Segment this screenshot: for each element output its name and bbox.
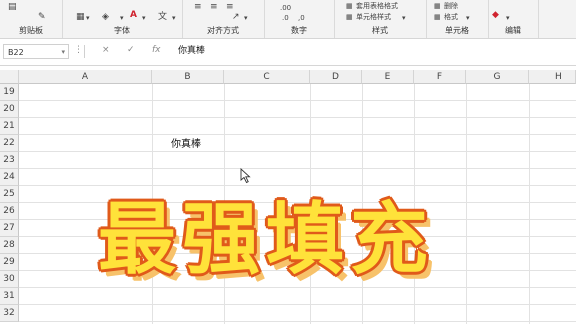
editing-group: ◆ ▾ 编辑 <box>488 0 539 38</box>
delete-label[interactable]: 删除 <box>444 1 458 11</box>
align-center-icon[interactable]: ≡ <box>210 2 218 12</box>
mouse-cursor-icon <box>240 168 251 184</box>
overlay-caption: 最强填充 <box>98 195 435 285</box>
column-header-f[interactable]: F <box>414 70 466 84</box>
row-header-28[interactable]: 28 <box>0 237 19 254</box>
alignment-group: ≡ ≡ ≡ ↗ ▾ 对齐方式 <box>182 0 265 38</box>
formula-input[interactable]: 你真棒 <box>178 44 205 59</box>
clipboard-group: ▤ ✎ 剪贴板 <box>0 0 63 38</box>
column-header-g[interactable]: G <box>466 70 529 84</box>
row-header-20[interactable]: 20 <box>0 101 19 118</box>
alignment-label: 对齐方式 <box>207 26 239 35</box>
column-header-c[interactable]: C <box>224 70 310 84</box>
gridline-horizontal <box>19 117 576 118</box>
format-icon[interactable]: ▦ <box>434 12 441 22</box>
row-header-27[interactable]: 27 <box>0 220 19 237</box>
decimal-decrease-icon[interactable]: .00 <box>280 3 291 13</box>
insert-function-icon[interactable]: fx <box>152 45 161 55</box>
formula-bar: B22 ▾ ⋮ × ✓ fx 你真棒 <box>0 39 576 66</box>
decimal-increase-icon[interactable]: .0 <box>282 13 289 23</box>
row-header-23[interactable]: 23 <box>0 152 19 169</box>
cell-styles-dropdown-icon[interactable]: ▾ <box>402 13 406 23</box>
styles-label: 样式 <box>372 26 388 35</box>
row-header-25[interactable]: 25 <box>0 186 19 203</box>
gridline-horizontal <box>19 168 576 169</box>
row-header-21[interactable]: 21 <box>0 118 19 135</box>
font-color-icon[interactable]: A <box>130 10 137 20</box>
font-group: ▦ ▾ ◈ ▾ A ▾ 文 ▾ 字体 <box>62 0 183 38</box>
name-box-value: B22 <box>8 48 24 57</box>
row-header-30[interactable]: 30 <box>0 271 19 288</box>
name-box-dropdown-icon[interactable]: ▾ <box>61 45 65 60</box>
clear-dropdown-icon[interactable]: ▾ <box>506 13 510 23</box>
clear-icon[interactable]: ◆ <box>492 10 499 20</box>
formula-divider <box>84 45 85 58</box>
name-box[interactable]: B22 ▾ <box>3 44 69 59</box>
table-format-label[interactable]: 套用表格格式 <box>356 1 398 11</box>
delete-icon[interactable]: ▦ <box>434 1 441 11</box>
border-dropdown-icon[interactable]: ▾ <box>86 13 90 23</box>
orientation-dropdown-icon[interactable]: ▾ <box>244 13 248 23</box>
cancel-icon[interactable]: × <box>102 45 110 55</box>
ribbon: ▤ ✎ 剪贴板 ▦ ▾ ◈ ▾ A ▾ 文 ▾ 字体 ≡ ≡ ≡ ↗ ▾ 对齐方… <box>0 0 576 39</box>
clipboard-label: 剪贴板 <box>19 26 43 35</box>
column-header-h[interactable]: H <box>529 70 576 84</box>
row-header-29[interactable]: 29 <box>0 254 19 271</box>
format-label[interactable]: 格式 <box>444 12 458 22</box>
border-icon[interactable]: ▦ <box>76 12 85 22</box>
styles-group: ▦ 套用表格格式 ▦ 单元格样式 ▾ 样式 <box>334 0 427 38</box>
format-painter-icon[interactable]: ✎ <box>38 12 46 22</box>
column-header-b[interactable]: B <box>152 70 224 84</box>
fill-color-icon[interactable]: ◈ <box>102 12 109 22</box>
format-dropdown-icon[interactable]: ▾ <box>466 13 470 23</box>
paste-icon[interactable]: ▤ <box>8 2 17 12</box>
gridline-vertical <box>529 84 530 324</box>
number-label: 数字 <box>291 26 307 35</box>
row-header-22[interactable]: 22 <box>0 135 19 152</box>
table-format-icon[interactable]: ▦ <box>346 1 353 11</box>
row-header-26[interactable]: 26 <box>0 203 19 220</box>
font-color-dropdown-icon[interactable]: ▾ <box>142 13 146 23</box>
orientation-icon[interactable]: ↗ <box>232 12 240 22</box>
select-all-corner[interactable] <box>0 70 19 84</box>
font-label: 字体 <box>114 26 130 35</box>
comma-style-icon[interactable]: ,0 <box>298 13 305 23</box>
more-options-icon[interactable]: ⋮ <box>74 45 83 55</box>
cells-label: 单元格 <box>445 26 469 35</box>
gridline-horizontal <box>19 100 576 101</box>
gridline-horizontal <box>19 151 576 152</box>
phonetic-icon[interactable]: 文 <box>158 12 167 22</box>
align-left-icon[interactable]: ≡ <box>194 2 202 12</box>
row-header-31[interactable]: 31 <box>0 288 19 305</box>
gridline-horizontal <box>19 321 576 322</box>
gridline-horizontal <box>19 304 576 305</box>
gridline-horizontal <box>19 134 576 135</box>
column-header-a[interactable]: A <box>19 70 152 84</box>
column-header-e[interactable]: E <box>362 70 414 84</box>
cell-b22[interactable]: 你真棒 <box>171 135 201 150</box>
editing-label: 编辑 <box>505 26 521 35</box>
gridline-horizontal <box>19 185 576 186</box>
cells-group: ▦ 删除 ▦ 格式 ▾ 单元格 <box>426 0 489 38</box>
phonetic-dropdown-icon[interactable]: ▾ <box>172 13 176 23</box>
align-right-icon[interactable]: ≡ <box>226 2 234 12</box>
confirm-icon[interactable]: ✓ <box>127 45 135 55</box>
column-header-d[interactable]: D <box>310 70 362 84</box>
number-group: .00 .0 ,0 数字 <box>264 0 335 38</box>
fill-dropdown-icon[interactable]: ▾ <box>120 13 124 23</box>
cell-styles-icon[interactable]: ▦ <box>346 12 353 22</box>
row-header-32[interactable]: 32 <box>0 305 19 322</box>
cell-styles-label[interactable]: 单元格样式 <box>356 12 391 22</box>
row-header-24[interactable]: 24 <box>0 169 19 186</box>
row-header-19[interactable]: 19 <box>0 84 19 101</box>
